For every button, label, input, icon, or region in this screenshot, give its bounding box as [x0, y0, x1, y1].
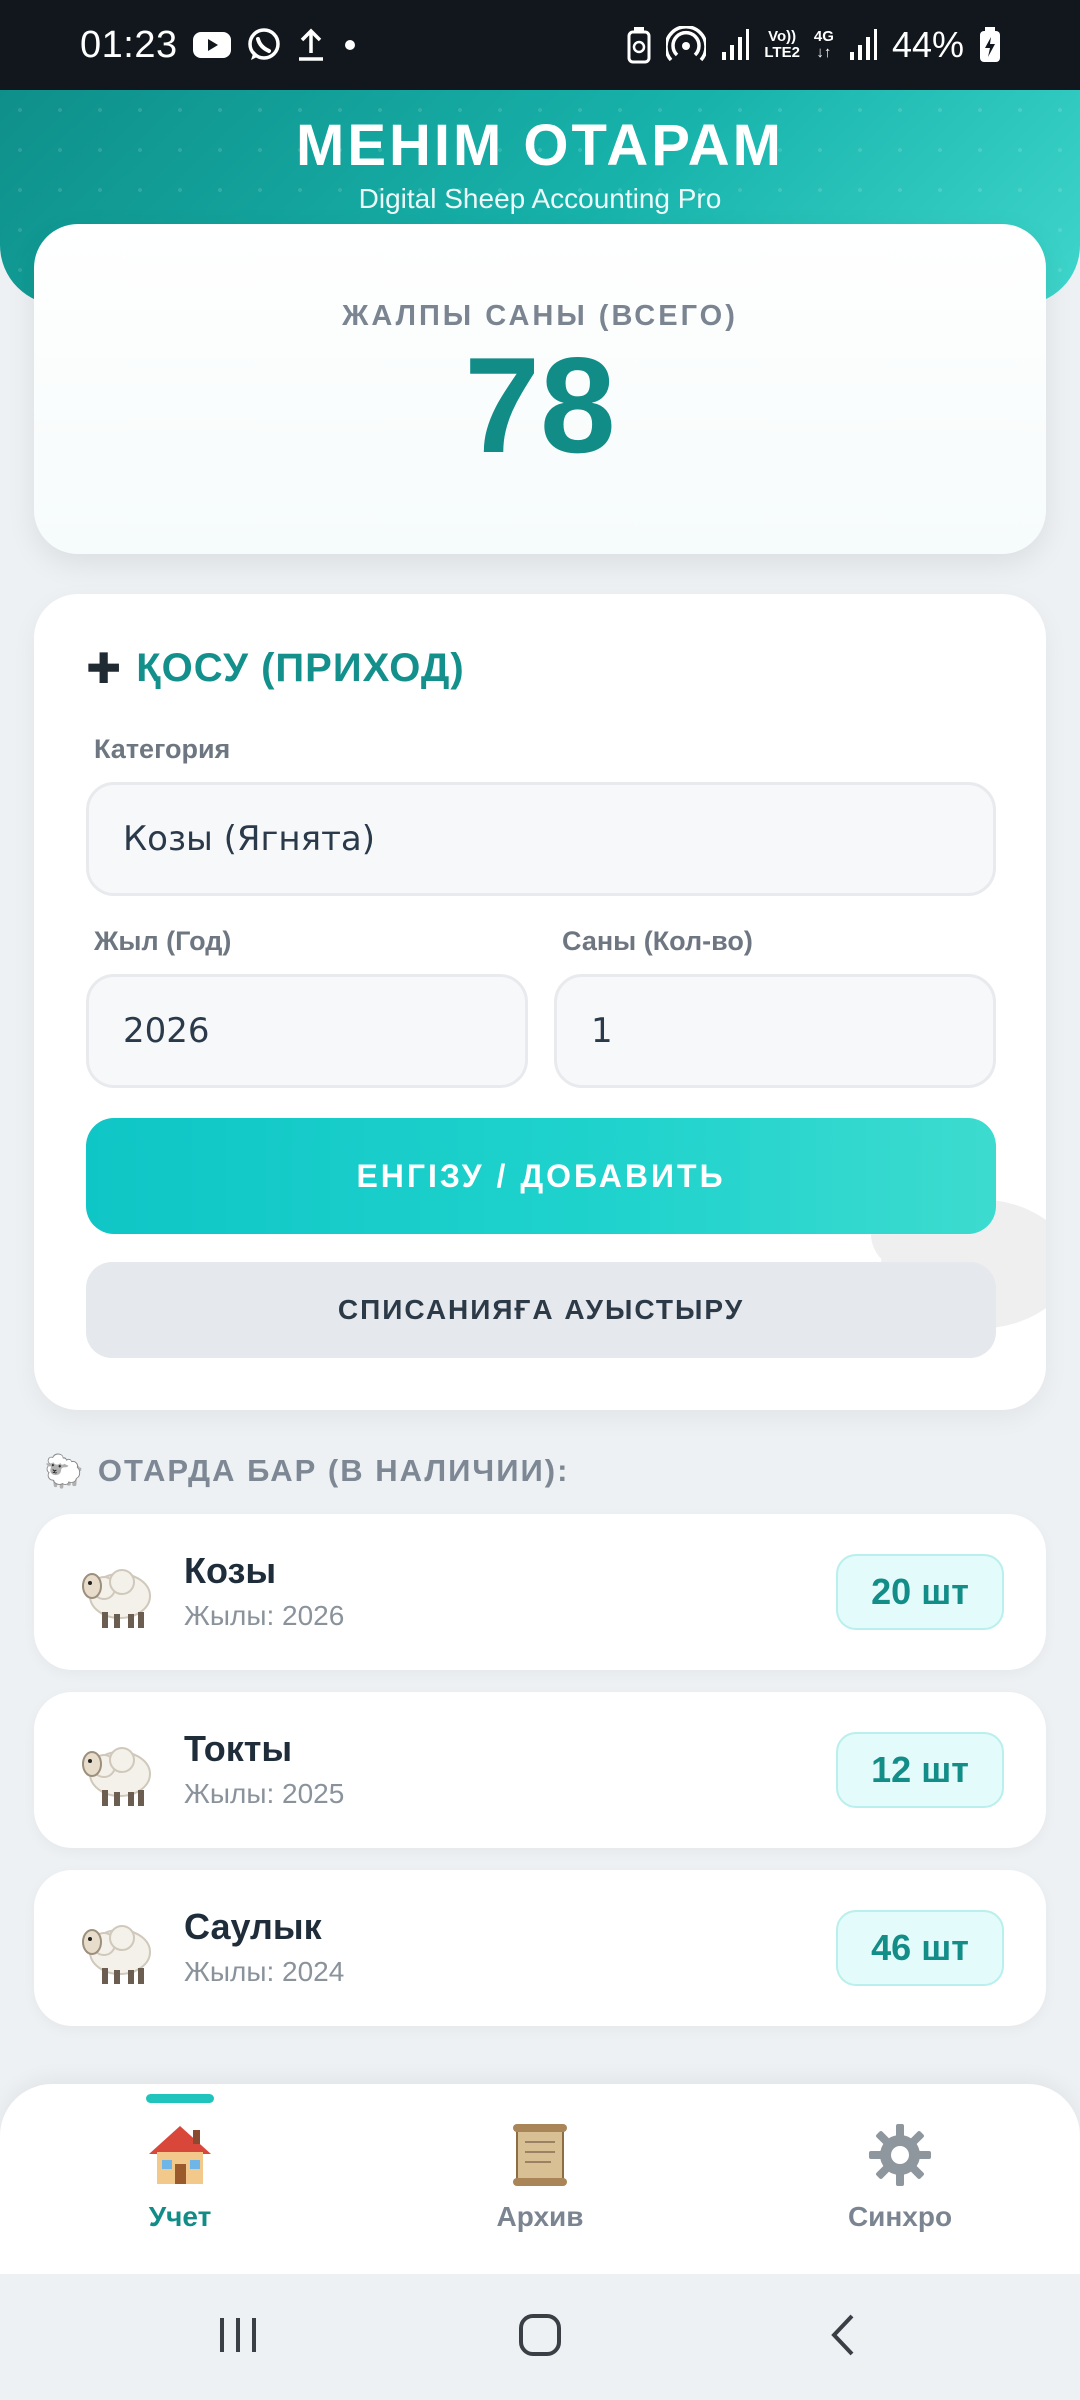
- battery-level: 44%: [891, 24, 964, 65]
- sheep-icon: [82, 1747, 151, 1806]
- signal-icon: [720, 28, 750, 62]
- status-left: 01:23: [80, 24, 360, 67]
- total-card: ЖАЛПЫ САНЫ (ВСЕГО) 78: [34, 224, 1046, 554]
- upload-icon: [296, 27, 326, 63]
- youtube-icon: [192, 30, 232, 60]
- scroll-icon: [513, 2124, 567, 2186]
- status-right: Vo)) LTE2 4G ↓↑ 44%: [626, 24, 1002, 66]
- total-value: 78: [464, 329, 616, 481]
- form-title: ✚ ҚОСУ (ПРИХОД): [86, 644, 465, 693]
- network-volte: Vo)) LTE2: [764, 28, 800, 61]
- category-label: Категория: [94, 734, 231, 764]
- switch-to-writeoff-button[interactable]: СПИСАНИЯҒА АУЫСТЫРУ: [86, 1262, 996, 1358]
- status-bar: 01:23 Vo)) LTE2 4G ↓↑ 44%: [0, 0, 1080, 90]
- flock-item-count-badge: 46 шт: [836, 1910, 1004, 1986]
- signal-icon: [848, 28, 878, 62]
- whatsapp-icon: [246, 27, 282, 63]
- nav-tab-archive[interactable]: Архив: [440, 2120, 640, 2233]
- battery-saver-icon: [626, 26, 652, 64]
- plus-icon: ✚: [86, 645, 123, 692]
- category-select[interactable]: Козы (Ягнята): [86, 782, 996, 896]
- flock-list-item[interactable]: Токты Жылы: 2025 12 шт: [34, 1692, 1046, 1848]
- flock-item-count-badge: 20 шт: [836, 1554, 1004, 1630]
- flock-item-year: Жылы: 2025: [184, 1778, 345, 1809]
- app-subtitle: Digital Sheep Accounting Pro: [358, 183, 722, 214]
- sheep-icon: [82, 1925, 151, 1984]
- back-icon[interactable]: [826, 2312, 860, 2358]
- flock-item-name: Токты: [184, 1728, 293, 1769]
- home-icon[interactable]: [518, 2312, 562, 2358]
- flock-heading-text: ОТАРДА БАР (В НАЛИЧИИ):: [97, 1453, 570, 1488]
- status-time: 01:23: [80, 23, 178, 66]
- form-title-text: ҚОСУ (ПРИХОД): [136, 646, 465, 690]
- nav-tab-sync[interactable]: Синхро: [800, 2120, 1000, 2233]
- flock-item-name: Козы: [184, 1550, 277, 1591]
- year-input[interactable]: 2026: [86, 974, 528, 1088]
- dot-icon: [340, 35, 360, 55]
- gear-icon: [869, 2124, 931, 2186]
- recent-apps-icon[interactable]: [216, 2312, 260, 2358]
- nav-label: Учет: [148, 2201, 212, 2232]
- bottom-nav: Учет Архив Синхро: [0, 2084, 1080, 2274]
- flock-item-count-badge: 12 шт: [836, 1732, 1004, 1808]
- sheep-icon: [82, 1569, 151, 1628]
- network-4g: 4G ↓↑: [813, 28, 834, 61]
- year-label: Жыл (Год): [94, 926, 232, 956]
- nav-tab-accounting[interactable]: Учет: [80, 2120, 280, 2233]
- house-icon: [149, 2126, 211, 2184]
- flock-heading: 🐑 ОТАРДА БАР (В НАЛИЧИИ):: [44, 1452, 569, 1490]
- add-form-card: ✚ ҚОСУ (ПРИХОД) Категория Козы (Ягнята) …: [34, 594, 1046, 1410]
- nav-label: Архив: [496, 2201, 584, 2232]
- flock-list-item[interactable]: Козы Жылы: 2026 20 шт: [34, 1514, 1046, 1670]
- add-button[interactable]: ЕНГІЗУ / ДОБАВИТЬ: [86, 1118, 996, 1234]
- battery-icon: [978, 26, 1002, 64]
- count-input[interactable]: 1: [554, 974, 996, 1088]
- sheep-icon: 🐑: [44, 1453, 86, 1489]
- flock-list-item[interactable]: Саулык Жылы: 2024 46 шт: [34, 1870, 1046, 2026]
- hotspot-icon: [666, 26, 707, 64]
- system-nav-bar: [0, 2274, 1080, 2400]
- count-label: Саны (Кол-во): [562, 926, 753, 956]
- flock-item-year: Жылы: 2026: [184, 1600, 345, 1631]
- nav-label: Синхро: [847, 2201, 953, 2232]
- active-tab-indicator: [146, 2094, 214, 2103]
- app-title: МЕНІМ ОТАРАМ: [296, 113, 784, 178]
- flock-item-name: Саулык: [184, 1906, 322, 1947]
- flock-item-year: Жылы: 2024: [184, 1956, 345, 1987]
